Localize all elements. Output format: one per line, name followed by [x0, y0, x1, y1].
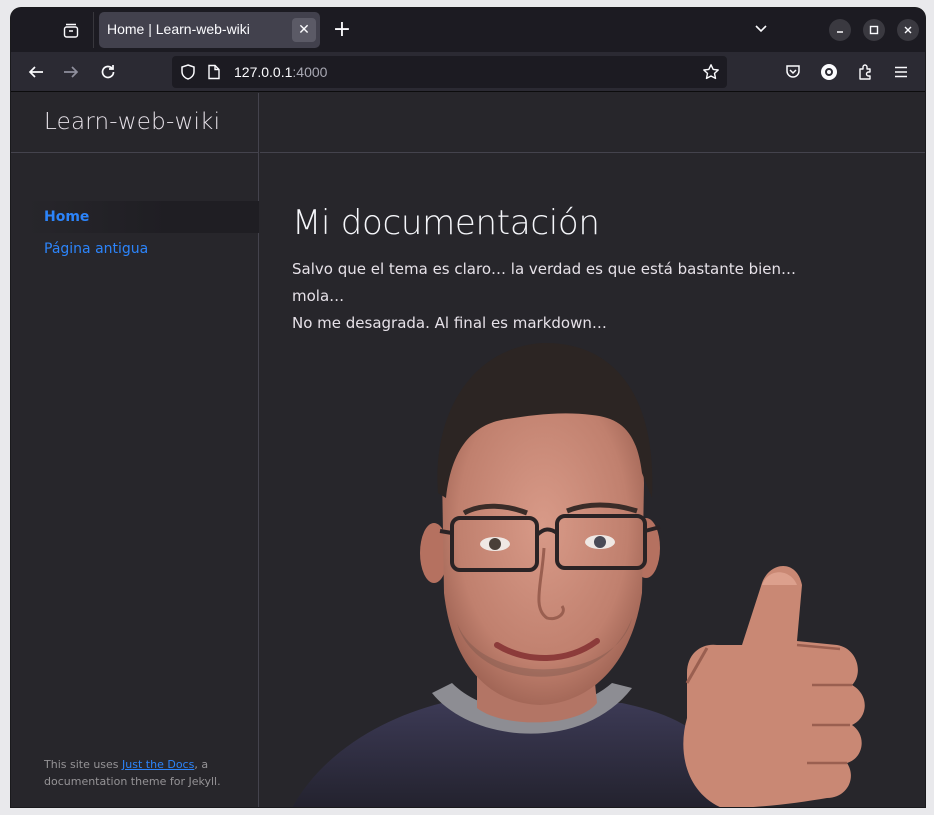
- pocket-icon[interactable]: [781, 60, 805, 84]
- intro-line-1: Salvo que el tema es claro… la verdad es…: [292, 260, 797, 305]
- url-bar[interactable]: 127.0.0.1:4000: [172, 56, 727, 88]
- sidebar-footer: This site uses Just the Docs, a document…: [44, 756, 244, 790]
- page-viewport: Learn-web-wiki Home Página antigua This …: [11, 93, 925, 807]
- shield-icon[interactable]: [176, 60, 200, 84]
- back-icon[interactable]: [24, 60, 48, 84]
- new-tab-icon[interactable]: +: [332, 19, 352, 41]
- nav-list: Home Página antigua: [27, 201, 259, 265]
- browser-window: Home | Learn-web-wiki ✕ + 127.0.0.1:4000…: [11, 8, 925, 807]
- nav-link-pagina-antigua[interactable]: Página antigua: [44, 241, 148, 257]
- main-content: Mi documentación Salvo que el tema es cl…: [260, 153, 925, 807]
- url-port: :4000: [292, 64, 328, 80]
- menu-icon[interactable]: [889, 60, 913, 84]
- site-title-bar: Learn-web-wiki: [11, 93, 259, 153]
- tab-separator: [93, 12, 94, 48]
- page-heading: Mi documentación: [292, 203, 600, 243]
- minimize-icon[interactable]: [829, 19, 851, 41]
- nav-item-pagina-antigua[interactable]: Página antigua: [27, 233, 259, 265]
- portrait-image: [292, 342, 865, 807]
- tab-list-icon[interactable]: [59, 19, 83, 43]
- tab-title: Home | Learn-web-wiki: [107, 21, 250, 37]
- list-all-tabs-icon[interactable]: [753, 20, 773, 40]
- site-title[interactable]: Learn-web-wiki: [44, 109, 220, 135]
- url-text[interactable]: 127.0.0.1:4000: [234, 64, 327, 80]
- nav-link-home[interactable]: Home: [44, 209, 89, 225]
- footer-prefix: This site uses: [44, 758, 123, 771]
- maximize-icon[interactable]: [863, 19, 885, 41]
- account-icon[interactable]: [817, 60, 841, 84]
- nav-item-home[interactable]: Home: [27, 201, 259, 233]
- close-window-icon[interactable]: [897, 19, 919, 41]
- page-icon[interactable]: [202, 60, 226, 84]
- reload-icon[interactable]: [96, 60, 120, 84]
- star-icon[interactable]: [699, 60, 723, 84]
- just-the-docs-link[interactable]: Just the Docs: [122, 758, 194, 771]
- main-header: [260, 93, 925, 153]
- forward-icon[interactable]: [59, 60, 83, 84]
- extensions-icon[interactable]: [853, 60, 877, 84]
- close-icon[interactable]: ✕: [292, 18, 316, 42]
- tab-bar: Home | Learn-web-wiki ✕ +: [11, 8, 925, 52]
- url-host: 127.0.0.1: [234, 64, 293, 80]
- sidebar: Learn-web-wiki Home Página antigua This …: [11, 93, 259, 807]
- tab-active[interactable]: Home | Learn-web-wiki ✕: [99, 12, 320, 48]
- navigation-toolbar: 127.0.0.1:4000: [11, 52, 925, 92]
